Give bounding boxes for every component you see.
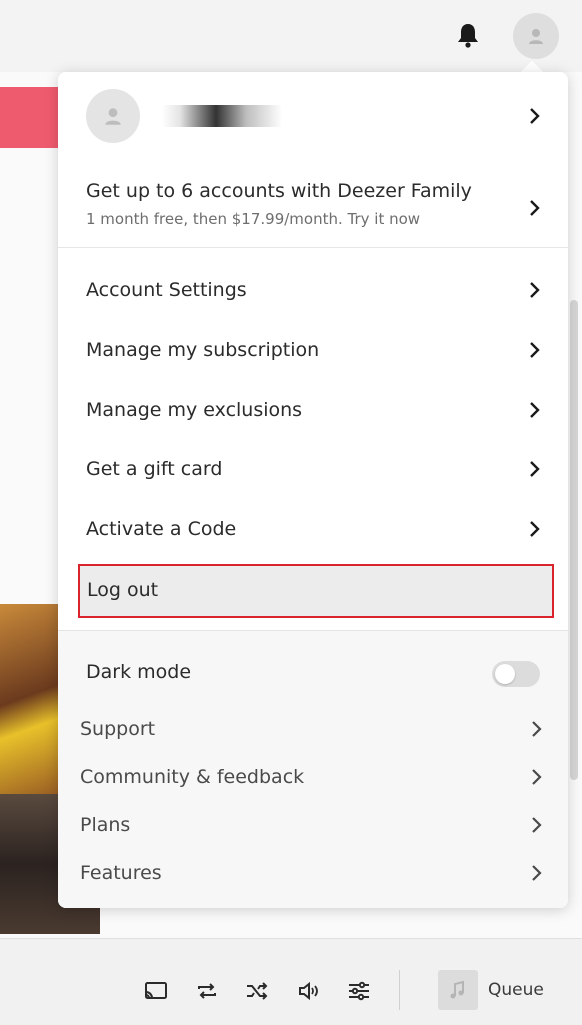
menu-item-label: Manage my exclusions (86, 399, 303, 421)
divider (58, 247, 568, 248)
chevron-right-icon (532, 721, 542, 737)
menu-item-support[interactable]: Support (58, 706, 568, 752)
dark-mode-toggle[interactable] (492, 661, 540, 687)
menu-item-label: Get a gift card (86, 458, 223, 480)
chevron-right-icon (530, 521, 540, 537)
shuffle-icon[interactable] (244, 978, 270, 1004)
repeat-icon[interactable] (194, 978, 220, 1004)
chevron-right-icon (530, 461, 540, 477)
chevron-right-icon (532, 865, 542, 881)
user-icon (105, 108, 121, 125)
user-icon (529, 29, 543, 44)
scrollbar[interactable] (570, 300, 578, 780)
volume-icon[interactable] (296, 978, 322, 1004)
menu-item-label: Support (80, 718, 156, 740)
menu-item-account-settings[interactable]: Account Settings (58, 264, 568, 316)
menu-item-manage-exclusions[interactable]: Manage my exclusions (58, 384, 568, 436)
menu-item-label: Activate a Code (86, 518, 237, 540)
account-dropdown-menu: Get up to 6 accounts with Deezer Family … (58, 72, 568, 908)
menu-item-label: Account Settings (86, 279, 247, 301)
notification-bell-icon[interactable] (456, 22, 480, 48)
menu-item-label: Plans (80, 814, 131, 836)
menu-item-features[interactable]: Features (58, 850, 568, 896)
promo-banner[interactable] (0, 87, 60, 148)
chevron-right-icon (530, 342, 540, 358)
profile-name-redacted (162, 105, 282, 127)
profile-avatar (86, 89, 140, 143)
menu-item-label: Features (80, 862, 162, 884)
equalizer-icon[interactable] (346, 978, 372, 1004)
menu-item-label: Community & feedback (80, 766, 305, 788)
queue-thumbnail[interactable] (438, 970, 478, 1010)
user-avatar-button[interactable] (513, 13, 559, 59)
top-bar (0, 0, 582, 72)
logout-label: Log out (87, 579, 159, 601)
logout-button-highlight[interactable]: Log out (78, 564, 554, 618)
menu-item-community-feedback[interactable]: Community & feedback (58, 754, 568, 800)
menu-item-gift-card[interactable]: Get a gift card (58, 443, 568, 495)
music-note-icon (450, 980, 464, 999)
deezer-family-row[interactable]: Get up to 6 accounts with Deezer Family … (58, 168, 568, 248)
dark-mode-label: Dark mode (86, 661, 192, 683)
chevron-right-icon (532, 817, 542, 833)
chevron-right-icon (530, 108, 540, 124)
chevron-right-icon (530, 282, 540, 298)
menu-item-activate-code[interactable]: Activate a Code (58, 503, 568, 555)
cast-icon[interactable] (143, 978, 169, 1004)
profile-row[interactable] (58, 84, 568, 148)
family-subtitle: 1 month free, then $17.99/month. Try it … (86, 210, 421, 228)
chevron-right-icon (530, 402, 540, 418)
menu-item-manage-subscription[interactable]: Manage my subscription (58, 324, 568, 376)
divider (58, 630, 568, 631)
family-title: Get up to 6 accounts with Deezer Family (86, 180, 472, 202)
player-divider (399, 970, 400, 1010)
toggle-knob (495, 664, 515, 684)
menu-item-plans[interactable]: Plans (58, 802, 568, 848)
queue-button[interactable]: Queue (488, 980, 544, 1000)
menu-item-label: Manage my subscription (86, 339, 320, 361)
chevron-right-icon (530, 200, 540, 216)
chevron-right-icon (532, 769, 542, 785)
